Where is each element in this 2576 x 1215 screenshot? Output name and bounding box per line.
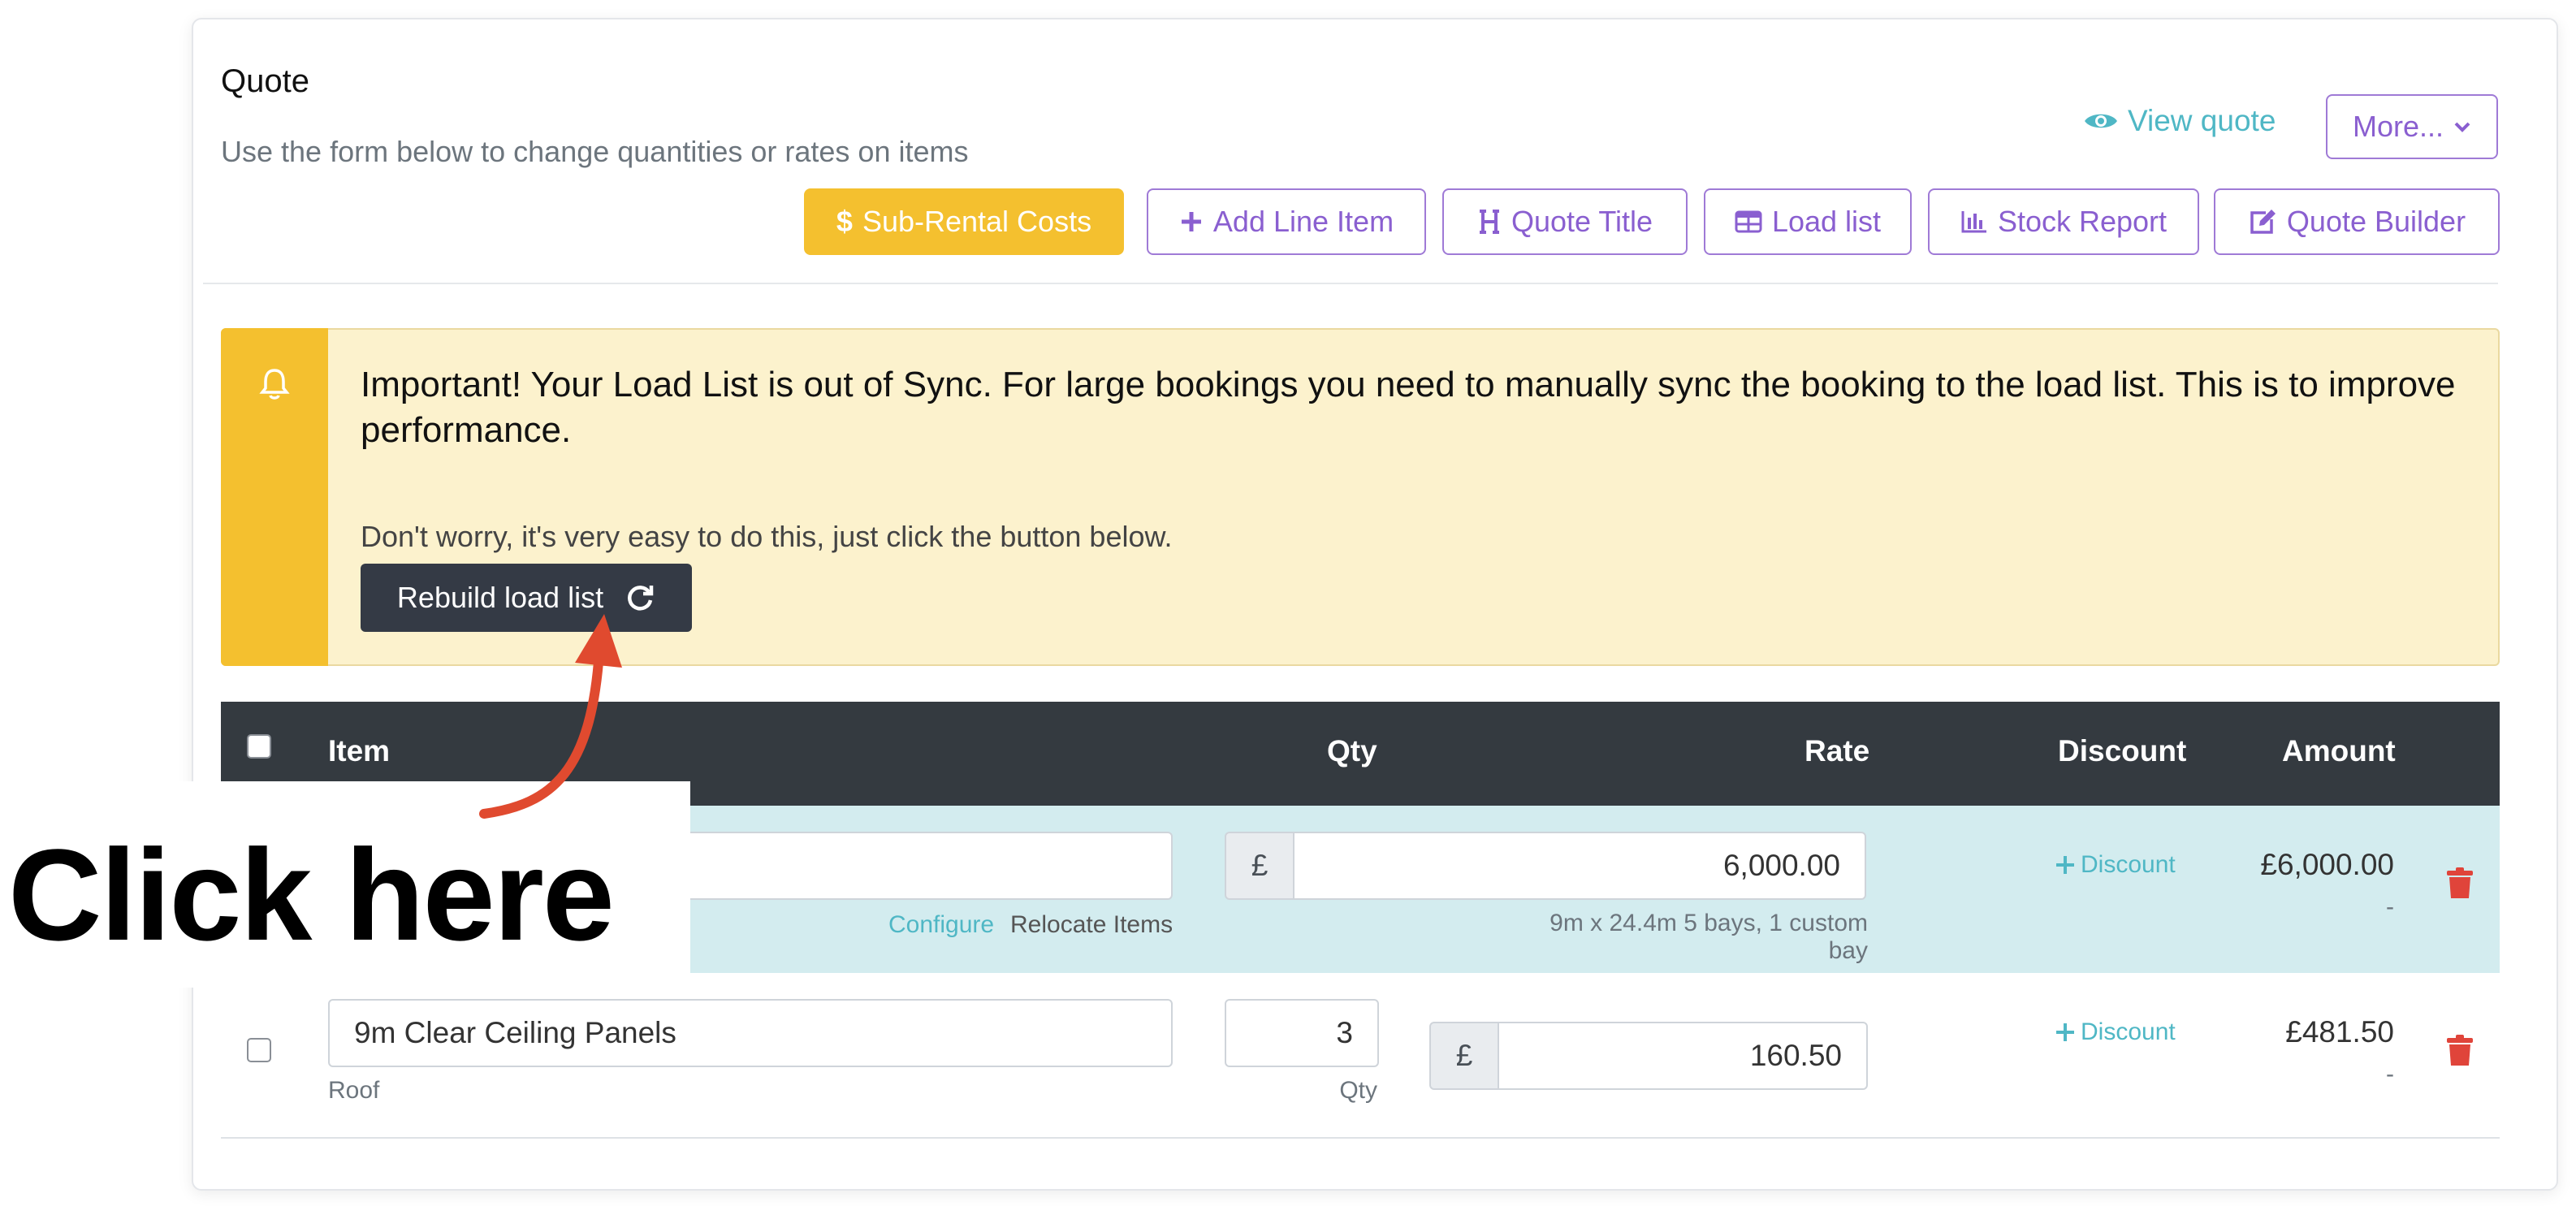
view-quote-link[interactable]: View quote xyxy=(2084,104,2276,138)
stock-report-button[interactable]: Stock Report xyxy=(1928,188,2199,255)
quote-title-button[interactable]: Quote Title xyxy=(1442,188,1688,255)
quote-builder-button[interactable]: Quote Builder xyxy=(2214,188,2500,255)
add-discount-link[interactable]: Discount xyxy=(2055,1018,2176,1046)
qty-label: Qty xyxy=(1339,1077,1377,1104)
rate-input[interactable]: 160.50 xyxy=(1498,1022,1868,1090)
header-amount: Amount xyxy=(2282,734,2396,767)
divider xyxy=(203,283,2498,284)
row-amount: £481.50 xyxy=(2285,1015,2394,1049)
header-discount: Discount xyxy=(2058,734,2187,767)
page-title: Quote xyxy=(221,63,309,99)
row-divider xyxy=(221,1137,2500,1139)
header-qty: Qty xyxy=(1327,734,1377,767)
stock-report-label: Stock Report xyxy=(1997,205,2168,238)
configure-link[interactable]: Configure xyxy=(888,911,994,939)
currency-prefix: £ xyxy=(1429,1022,1499,1090)
trash-icon[interactable] xyxy=(2446,1035,2474,1071)
amount-sub: - xyxy=(2386,1061,2394,1087)
rate-input[interactable]: 6,000.00 xyxy=(1293,832,1866,900)
trash-icon[interactable] xyxy=(2446,867,2474,904)
currency-prefix: £ xyxy=(1225,832,1294,900)
item-name-input[interactable]: 9m Clear Ceiling Panels xyxy=(328,999,1173,1067)
add-line-item-label: Add Line Item xyxy=(1212,205,1394,238)
plus-icon xyxy=(2056,1023,2074,1041)
discount-label: Discount xyxy=(2081,851,2176,878)
page-subtitle: Use the form below to change quantities … xyxy=(221,135,969,168)
row-checkbox[interactable] xyxy=(247,1038,271,1062)
sub-rental-costs-label: Sub-Rental Costs xyxy=(862,205,1092,238)
load-list-label: Load list xyxy=(1771,205,1882,238)
arrow-icon xyxy=(479,614,622,819)
more-label: More... xyxy=(2352,110,2444,143)
row-amount: £6,000.00 xyxy=(2260,848,2394,881)
plus-icon xyxy=(2056,856,2074,874)
alert-note: Don't worry, it's very easy to do this, … xyxy=(361,520,1173,553)
dollar-icon: $ xyxy=(836,205,853,238)
bell-icon xyxy=(258,367,291,405)
chevron-down-icon xyxy=(2454,122,2470,132)
select-all-checkbox[interactable] xyxy=(247,734,271,759)
amount-sub: - xyxy=(2386,893,2394,920)
bar-chart-icon xyxy=(1961,211,1986,233)
sub-rental-costs-button[interactable]: $ Sub-Rental Costs xyxy=(804,188,1124,255)
view-quote-label: View quote xyxy=(2128,104,2276,137)
header-rate: Rate xyxy=(1804,734,1870,767)
discount-label: Discount xyxy=(2081,1018,2176,1045)
heading-icon xyxy=(1479,210,1499,234)
relocate-items-link[interactable]: Relocate Items xyxy=(1010,911,1173,939)
rate-note: 9m x 24.4m 5 bays, 1 custom bay xyxy=(1549,910,1868,964)
header-item: Item xyxy=(328,734,391,767)
add-discount-link[interactable]: Discount xyxy=(2055,851,2176,879)
load-list-button[interactable]: Load list xyxy=(1704,188,1912,255)
item-note: Roof xyxy=(328,1077,380,1104)
add-line-item-button[interactable]: Add Line Item xyxy=(1147,188,1426,255)
eye-icon xyxy=(2085,114,2117,128)
alert-message: Important! Your Load List is out of Sync… xyxy=(361,365,2456,450)
plus-icon xyxy=(1181,212,1201,231)
edit-icon xyxy=(2250,210,2276,234)
quote-builder-label: Quote Builder xyxy=(2286,205,2466,238)
qty-input[interactable]: 3 xyxy=(1225,999,1379,1067)
quote-title-label: Quote Title xyxy=(1511,205,1653,238)
callout-text: Click here xyxy=(8,822,615,967)
more-dropdown-button[interactable]: More... xyxy=(2326,94,2498,159)
table-icon xyxy=(1735,210,1762,233)
